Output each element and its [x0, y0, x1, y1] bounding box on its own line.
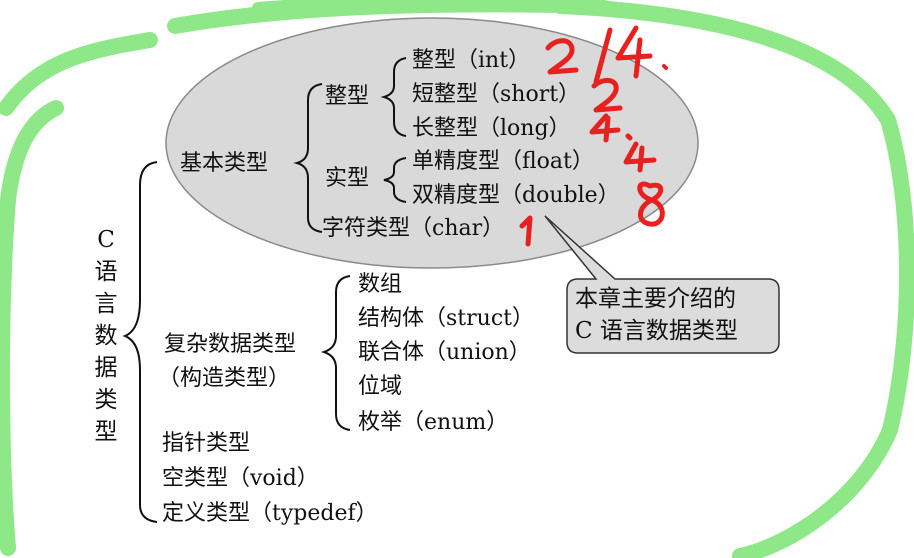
double-type: 双精度型（double）: [412, 183, 620, 208]
root-char: 型: [94, 419, 118, 445]
real-label: 实型: [325, 166, 370, 191]
char-type: 字符类型（char）: [322, 216, 505, 241]
void-type: 空类型（void）: [162, 466, 319, 491]
root-brace: [122, 161, 158, 523]
root-char: 类: [94, 387, 118, 413]
basic-types-label: 基本类型: [180, 151, 269, 176]
long-type: 长整型（long）: [412, 116, 571, 141]
construct-types-label: （构造类型）: [158, 366, 291, 391]
root-label: C 语 言 数 据 类 型: [92, 224, 120, 448]
int-type: 整型（int）: [412, 48, 531, 73]
root-char: 语: [94, 259, 118, 285]
diagram-canvas: C 语 言 数 据 类 型 基本类型 整型 整型（int） 短整型（short）…: [0, 0, 914, 558]
union-type: 联合体（union）: [358, 340, 531, 365]
complex-types-label: 复杂数据类型: [164, 332, 297, 357]
green-top-stroke: [252, 0, 486, 14]
root-char: 据: [94, 355, 118, 381]
enum-type: 枚举（enum）: [358, 410, 509, 435]
complex-brace: [320, 275, 351, 431]
bitfield-type: 位域: [358, 374, 403, 399]
root-char: 言: [94, 291, 118, 317]
short-type: 短整型（short）: [412, 82, 581, 107]
struct-type: 结构体（struct）: [358, 306, 534, 331]
callout-line-1: 本章主要介绍的: [575, 286, 736, 312]
callout-text: 本章主要介绍的 C 语言数据类型: [567, 277, 777, 353]
integer-label: 整型: [325, 84, 370, 109]
callout-line-2: C 语言数据类型: [575, 318, 738, 344]
root-char: C: [97, 227, 115, 253]
array-type: 数组: [358, 272, 403, 297]
float-type: 单精度型（float）: [412, 149, 594, 174]
pointer-type: 指针类型: [162, 431, 251, 456]
root-char: 数: [94, 323, 118, 349]
typedef-type: 定义类型（typedef）: [162, 501, 378, 526]
